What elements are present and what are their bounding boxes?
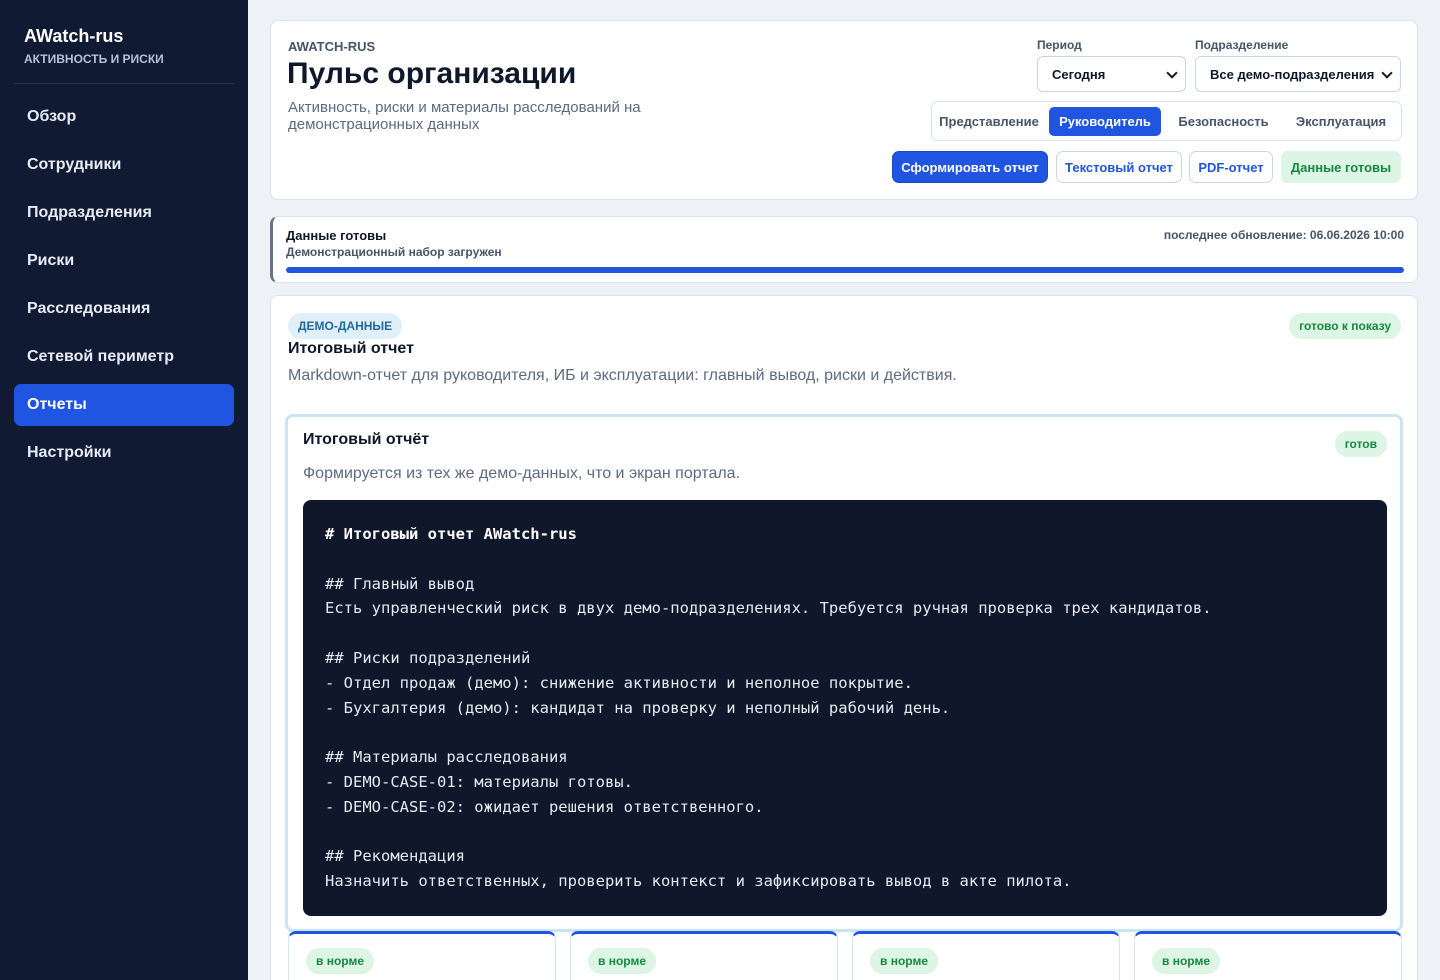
summary-status-badge: в норме — [306, 948, 375, 974]
sidebar-item-network-perimeter[interactable]: Сетевой периметр — [14, 336, 234, 378]
section-description: Markdown-отчет для руководителя, ИБ и эк… — [288, 367, 957, 384]
data-ready-button[interactable]: Данные готовы — [1281, 151, 1401, 183]
report-line: Есть управленческий риск в двух демо-под… — [325, 599, 1212, 618]
data-status-banner: Данные готовы Демонстрационный набор заг… — [270, 216, 1418, 283]
page-header: AWATCH-RUS Пульс организации Активность,… — [270, 20, 1418, 200]
report-line: - Бухгалтерия (демо): кандидат на провер… — [325, 698, 951, 717]
sidebar-item-investigations[interactable]: Расследования — [14, 288, 234, 330]
department-select[interactable]: Все демо-подразделения — [1195, 56, 1401, 92]
summary-card: в норме — [852, 931, 1120, 980]
report-line — [325, 547, 1365, 572]
page-subtitle: Активность, риски и материалы расследова… — [288, 99, 641, 133]
view-tab-operations[interactable]: Эксплуатация — [1285, 107, 1397, 136]
sidebar-item-settings[interactable]: Настройки — [14, 432, 234, 474]
generate-report-button[interactable]: Сформировать отчет — [892, 151, 1048, 183]
final-report-card: Итоговый отчёт готов Формируется из тех … — [285, 414, 1403, 932]
period-select-value: Сегодня — [1052, 66, 1106, 82]
report-line: ## Риски подразделений — [325, 648, 531, 667]
markdown-report-preview[interactable]: # Итоговый отчет AWatch-rus ## Главный в… — [303, 500, 1387, 916]
department-label: Подразделение — [1195, 38, 1289, 52]
section-title: Итоговый отчет — [288, 340, 414, 357]
demo-data-badge: ДЕМО-ДАННЫЕ — [288, 313, 403, 339]
report-line — [325, 720, 1365, 745]
last-updated: последнее обновление: 06.06.2026 10:00 — [1163, 228, 1404, 242]
report-line — [325, 621, 1365, 646]
report-line — [325, 820, 1365, 845]
pdf-report-button[interactable]: PDF-отчет — [1189, 151, 1273, 183]
status-title: Данные готовы — [286, 228, 387, 243]
report-line: ## Материалы расследования — [325, 748, 568, 767]
brand: AWatch-rus АКТИВНОСТЬ И РИСКИ — [24, 27, 164, 65]
sidebar-divider — [14, 83, 234, 84]
report-line: # Итоговый отчет AWatch-rus — [325, 525, 577, 543]
brand-title: AWatch-rus — [24, 26, 124, 46]
report-description: Формируется из тех же демо-данных, что и… — [303, 465, 741, 482]
report-section: ДЕМО-ДАННЫЕ готово к показу Итоговый отч… — [270, 295, 1418, 980]
report-line: ## Рекомендация — [325, 847, 465, 866]
view-tab-security[interactable]: Безопасность — [1169, 107, 1278, 136]
text-report-button[interactable]: Текстовый отчет — [1056, 151, 1182, 183]
summary-status-badge: в норме — [870, 948, 939, 974]
report-status-badge: готов — [1334, 431, 1387, 457]
sidebar-nav: Обзор Сотрудники Подразделения Риски Рас… — [14, 96, 234, 480]
sidebar-item-reports[interactable]: Отчеты — [14, 384, 234, 426]
status-subtitle: Демонстрационный набор загружен — [286, 245, 502, 259]
report-line: ## Главный вывод — [325, 574, 475, 593]
sidebar-item-overview[interactable]: Обзор — [14, 96, 234, 138]
sidebar-item-employees[interactable]: Сотрудники — [14, 144, 234, 186]
report-line: - DEMO-CASE-02: ожидает решения ответств… — [325, 797, 764, 816]
page-title: Пульс организации — [287, 57, 577, 90]
report-line: - DEMO-CASE-01: материалы готовы. — [325, 772, 633, 791]
department-select-value: Все демо-подразделения — [1210, 66, 1375, 82]
view-tab-executive[interactable]: Руководитель — [1049, 107, 1161, 136]
report-line: - Отдел продаж (демо): снижение активнос… — [325, 673, 913, 692]
brand-subtitle: АКТИВНОСТЬ И РИСКИ — [24, 52, 164, 66]
view-tab-presentation[interactable]: Представление — [937, 107, 1041, 136]
summary-card: в норме — [288, 931, 556, 980]
load-progress-bar — [286, 267, 1404, 273]
report-title: Итоговый отчёт — [303, 431, 430, 448]
view-switcher: Представление Руководитель Безопасность … — [931, 101, 1402, 141]
report-line: Назначить ответственных, проверить конте… — [325, 872, 1072, 891]
ready-to-show-badge: готово к показу — [1289, 313, 1401, 339]
load-progress-fill — [286, 267, 1404, 273]
chevron-down-icon — [1381, 67, 1393, 79]
summary-status-badge: в норме — [1152, 948, 1221, 974]
chevron-down-icon — [1166, 67, 1178, 79]
sidebar: AWatch-rus АКТИВНОСТЬ И РИСКИ Обзор Сотр… — [0, 0, 248, 980]
page-eyebrow: AWATCH-RUS — [288, 39, 376, 54]
sidebar-item-risks[interactable]: Риски — [14, 240, 234, 282]
summary-card: в норме — [570, 931, 838, 980]
summary-card: в норме — [1134, 931, 1402, 980]
summary-status-badge: в норме — [588, 948, 657, 974]
period-select[interactable]: Сегодня — [1037, 56, 1186, 92]
sidebar-item-departments[interactable]: Подразделения — [14, 192, 234, 234]
period-label: Период — [1037, 38, 1082, 52]
